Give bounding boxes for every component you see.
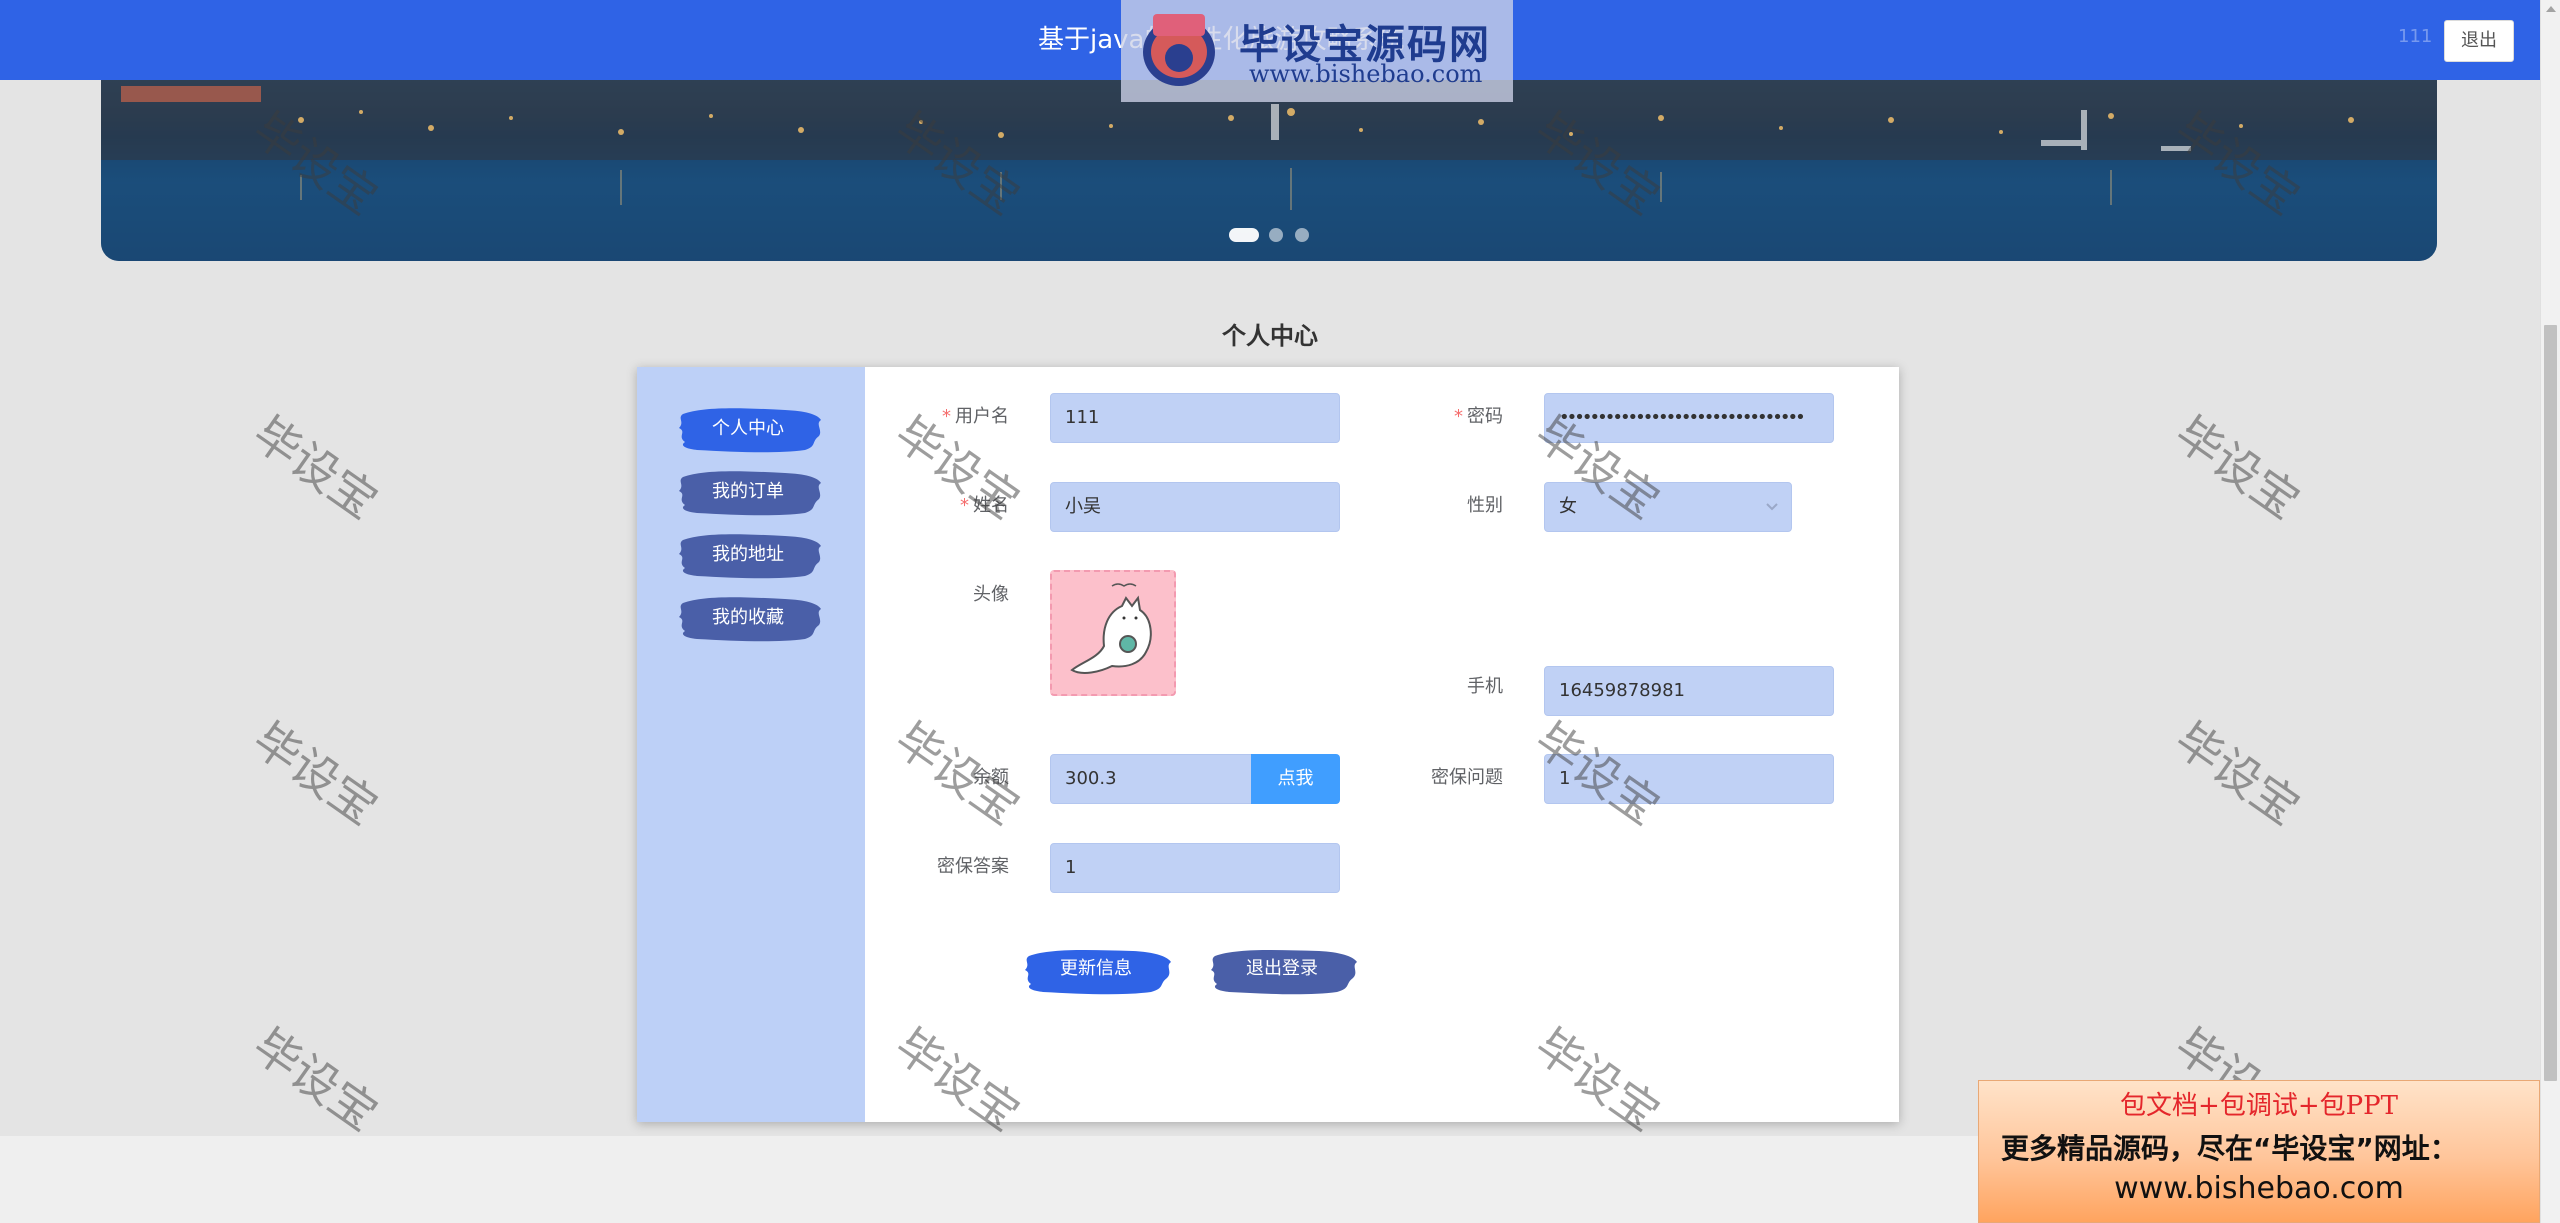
security-answer-input[interactable]: 1 (1050, 843, 1340, 893)
gender-select[interactable]: 女 (1544, 482, 1792, 532)
username-input[interactable]: 111 (1050, 393, 1340, 443)
username-label: * 用户名 (942, 406, 1009, 427)
logout-account-label: 退出登录 (1246, 958, 1318, 979)
cat-avatar-image (1070, 583, 1152, 674)
password-label: * 密码 (1454, 406, 1503, 427)
promo-line-1: 包文档+包调试+包PPT (2120, 1091, 2398, 1121)
phone-input[interactable]: 16459878981 (1544, 666, 1834, 716)
logout-button[interactable]: 退出 (2444, 20, 2514, 62)
gender-label: 性别 (1467, 495, 1503, 516)
sidebar-item-label: 个人中心 (712, 418, 784, 439)
carousel-dot-2[interactable] (1269, 228, 1283, 242)
sidebar-item-my-favorites[interactable]: 我的收藏 (675, 591, 825, 645)
carousel-dot-1[interactable] (1229, 228, 1259, 242)
promo-banner[interactable]: 包文档+包调试+包PPT 更多精品源码，尽在“毕设宝”网址： www.bishe… (1978, 1080, 2540, 1223)
scroll-thumb[interactable] (2544, 325, 2557, 1081)
update-info-label: 更新信息 (1060, 958, 1132, 979)
logout-account-button[interactable]: 退出登录 (1207, 942, 1361, 996)
profile-sidebar: 个人中心 我的订单 我的地址 我的收藏 (637, 367, 865, 1122)
required-mark: * (1454, 406, 1463, 427)
phone-label: 手机 (1467, 676, 1503, 697)
sidebar-item-label: 我的收藏 (712, 607, 784, 628)
balance-label: 余额 (973, 767, 1009, 788)
gender-selected-value: 女 (1559, 496, 1577, 517)
carousel-dot-3[interactable] (1295, 228, 1309, 242)
avatar-label: 头像 (973, 584, 1009, 605)
promo-line-2: 更多精品源码，尽在“毕设宝”网址： (2001, 1132, 2458, 1165)
promo-url: www.bishebao.com (2114, 1171, 2404, 1206)
name-label: * 姓名 (960, 495, 1009, 516)
profile-card: 个人中心 我的订单 我的地址 我的收藏 * 用户名 111 * 密码 •••••••… (637, 367, 1899, 1122)
username-display: 111 (2398, 26, 2433, 47)
page-scrollbar[interactable] (2540, 0, 2560, 1223)
sidebar-item-label: 我的地址 (712, 544, 784, 565)
sidebar-item-my-orders[interactable]: 我的订单 (675, 465, 825, 519)
chevron-down-icon (1766, 503, 1778, 511)
name-input[interactable]: 小吴 (1050, 482, 1340, 532)
balance-input[interactable]: 300.3 (1050, 754, 1252, 804)
security-question-label: 密保问题 (1431, 767, 1503, 788)
required-mark: * (960, 495, 969, 516)
section-title: 个人中心 (1222, 322, 1318, 350)
security-question-input[interactable]: 1 (1544, 754, 1834, 804)
logo-emblem-icon (1143, 14, 1215, 86)
sidebar-item-my-address[interactable]: 我的地址 (675, 528, 825, 582)
scroll-up-arrow-icon[interactable] (2546, 6, 2556, 12)
security-answer-label: 密保答案 (937, 856, 1009, 877)
update-info-button[interactable]: 更新信息 (1021, 942, 1175, 996)
required-mark: * (942, 406, 951, 427)
sidebar-item-label: 我的订单 (712, 481, 784, 502)
site-logo: 毕设宝源码网 www.bishebao.com (1121, 0, 1513, 102)
password-input[interactable]: •••••••••••••••••••••••••••••••• (1544, 393, 1834, 443)
avatar-upload[interactable] (1050, 570, 1176, 696)
sidebar-item-personal-center[interactable]: 个人中心 (675, 402, 825, 456)
recharge-button[interactable]: 点我 (1251, 754, 1340, 804)
logo-url: www.bishebao.com (1249, 60, 1483, 88)
